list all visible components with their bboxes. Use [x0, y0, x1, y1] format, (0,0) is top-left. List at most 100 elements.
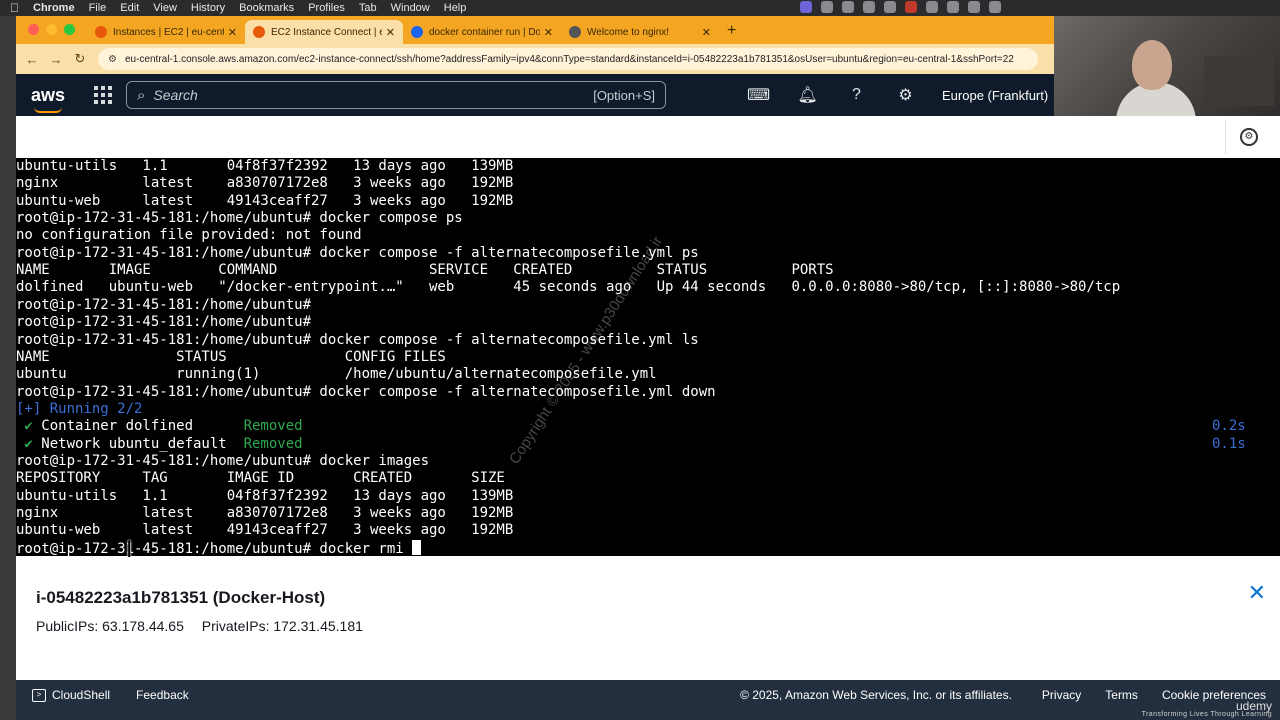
terminal-line: ubuntu running(1) /home/ubuntu/alternate…	[16, 366, 657, 383]
tab-label: EC2 Instance Connect | eu-ce	[271, 26, 382, 38]
private-ips: PrivateIPs: 172.31.45.181	[201, 618, 363, 634]
feedback-link[interactable]: Feedback	[136, 688, 189, 702]
udemy-watermark: udemy Transforming Lives Through Learnin…	[1112, 699, 1272, 718]
menu-tab[interactable]: Tab	[359, 2, 377, 14]
cloudshell-icon: >	[32, 688, 46, 702]
copyright-text: © 2025, Amazon Web Services, Inc. or its…	[740, 688, 1012, 702]
tray-icon[interactable]	[863, 1, 875, 13]
tab-label: Instances | EC2 | eu-central-1	[113, 26, 224, 38]
terminal-line: ✔ Network ubuntu_default Removed 0.1s	[16, 435, 1245, 453]
aws-logo[interactable]: aws	[16, 84, 80, 113]
back-icon[interactable]: ←	[20, 52, 44, 67]
tab-nginx-welcome[interactable]: Welcome to nginx! ✕	[561, 20, 719, 44]
apple-icon[interactable]: 	[10, 1, 19, 15]
menu-edit[interactable]: Edit	[120, 2, 139, 14]
terminal-line: root@ip-172-31-45-181:/home/ubuntu# dock…	[16, 539, 422, 556]
aws-logo-text: aws	[30, 84, 66, 105]
cloudshell-icon[interactable]: ⌨	[734, 85, 783, 105]
play-icon[interactable]	[926, 1, 938, 13]
checkmark-icon: ✔	[16, 435, 33, 452]
tray-icon[interactable]	[821, 1, 833, 13]
privacy-link[interactable]: Privacy	[1042, 688, 1081, 702]
cloudshell-label: CloudShell	[52, 688, 111, 702]
terminal-line: ubuntu-web latest 49143ceaff27 3 weeks a…	[16, 192, 514, 209]
close-tab-icon[interactable]: ✕	[386, 26, 395, 39]
globe-favicon-icon	[569, 26, 581, 38]
menu-bookmarks[interactable]: Bookmarks	[239, 2, 294, 14]
menu-window[interactable]: Window	[391, 2, 430, 14]
menu-app-name[interactable]: Chrome	[33, 2, 75, 14]
aws-smile-icon	[34, 107, 62, 113]
minimize-window-button[interactable]	[46, 24, 57, 35]
site-info-icon[interactable]: ⚙	[108, 54, 117, 65]
removed-status: Removed	[243, 435, 303, 452]
zoom-window-button[interactable]	[64, 24, 75, 35]
menu-view[interactable]: View	[153, 2, 177, 14]
terminal-text: root@ip-172-31-45-181:/home/ubuntu# dock…	[16, 540, 413, 556]
menu-file[interactable]: File	[89, 2, 107, 14]
tab-ec2-instances[interactable]: Instances | EC2 | eu-central-1 ✕	[87, 20, 245, 44]
terminal-line: NAME IMAGE COMMAND SERVICE CREATED STATU…	[16, 262, 834, 279]
aws-favicon-icon	[95, 26, 107, 38]
terminal-line: root@ip-172-31-45-181:/home/ubuntu# dock…	[16, 383, 716, 400]
url-text: eu-central-1.console.aws.amazon.com/ec2-…	[124, 53, 1014, 65]
tray-icon[interactable]	[842, 1, 854, 13]
instance-connect-toolbar: ⚙	[16, 116, 1280, 158]
search-shortcut: [Option+S]	[593, 87, 655, 103]
checkmark-icon: ✔	[16, 418, 33, 435]
search-icon: ⌕	[137, 86, 146, 104]
control-center-icon[interactable]	[989, 1, 1001, 13]
console-search-input[interactable]: ⌕ Search [Option+S]	[126, 81, 666, 109]
address-bar[interactable]: ⚙ eu-central-1.console.aws.amazon.com/ec…	[98, 48, 1038, 70]
menu-profiles[interactable]: Profiles	[308, 2, 345, 14]
udemy-tagline: Transforming Lives Through Learning	[1141, 711, 1272, 718]
tab-docker-docs[interactable]: docker container run | Docker ✕	[403, 20, 561, 44]
close-window-button[interactable]	[28, 24, 39, 35]
close-tab-icon[interactable]: ✕	[228, 26, 237, 39]
left-edge	[0, 16, 16, 720]
console-footer: > CloudShell Feedback © 2025, Amazon Web…	[16, 680, 1280, 710]
browser-tab-bar: Instances | EC2 | eu-central-1 ✕ EC2 Ins…	[16, 16, 1054, 44]
help-icon[interactable]: ?	[832, 86, 881, 104]
reload-icon[interactable]: ↻	[68, 51, 92, 67]
instance-ips: PublicIPs: 63.178.44.65 PrivateIPs: 172.…	[36, 618, 377, 634]
menu-help[interactable]: Help	[444, 2, 467, 14]
aws-console-header: aws ⌕ Search [Option+S] ⌨ 🔔︎ ? ⚙ Europe …	[16, 74, 1054, 116]
terminal-line: nginx latest a830707172e8 3 weeks ago 19…	[16, 505, 514, 521]
terminal-line: dolfined ubuntu-web "/docker-entrypoint.…	[16, 279, 1121, 296]
tab-instance-connect[interactable]: EC2 Instance Connect | eu-ce ✕	[245, 20, 403, 44]
record-icon[interactable]	[905, 1, 917, 13]
settings-hex-icon[interactable]: ⚙	[1240, 128, 1258, 146]
webcam-overlay	[1054, 16, 1280, 126]
removed-status: Removed	[243, 418, 303, 435]
terminal-output[interactable]: Copyright © 2025 - www.p30download.ir ub…	[16, 158, 1280, 556]
menu-history[interactable]: History	[191, 2, 225, 14]
terminal-cursor	[412, 539, 422, 555]
new-tab-button[interactable]: +	[719, 22, 744, 44]
close-tab-icon[interactable]: ✕	[544, 26, 553, 39]
region-selector[interactable]: Europe (Frankfurt)	[942, 88, 1048, 103]
close-tab-icon[interactable]: ✕	[702, 26, 711, 39]
notifications-bell-icon[interactable]: 🔔︎	[783, 85, 832, 105]
terminal-line: ubuntu-web latest 49143ceaff27 3 weeks a…	[16, 522, 514, 539]
terminal-line: REPOSITORY TAG IMAGE ID CREATED SIZE	[16, 470, 505, 487]
terminal-line: root@ip-172-31-45-181:/home/ubuntu# dock…	[16, 331, 699, 348]
screen-share-icon[interactable]	[800, 1, 812, 13]
forward-icon[interactable]: →	[44, 52, 68, 67]
cloudshell-button[interactable]: > CloudShell	[32, 688, 110, 702]
webcam-person-head	[1132, 40, 1172, 90]
tray-icon[interactable]	[947, 1, 959, 13]
webcam-background	[1204, 56, 1274, 106]
services-menu-icon[interactable]	[94, 86, 116, 104]
tray-icon[interactable]	[884, 1, 896, 13]
tab-label: Welcome to nginx!	[587, 26, 670, 38]
browser-toolbar: ← → ↻ ⚙ eu-central-1.console.aws.amazon.…	[16, 44, 1054, 74]
settings-gear-icon[interactable]: ⚙	[881, 85, 930, 105]
terminal-line: NAME STATUS CONFIG FILES	[16, 348, 446, 365]
wifi-icon[interactable]	[968, 1, 980, 13]
menu-bar-tray	[800, 1, 1001, 13]
close-panel-icon[interactable]: ✕	[1248, 580, 1266, 606]
terminal-line: ubuntu-utils 1.1 04f8f37f2392 13 days ag…	[16, 487, 514, 504]
terminal-line: root@ip-172-31-45-181:/home/ubuntu#	[16, 314, 312, 331]
terminal-line: root@ip-172-31-45-181:/home/ubuntu# dock…	[16, 452, 430, 469]
